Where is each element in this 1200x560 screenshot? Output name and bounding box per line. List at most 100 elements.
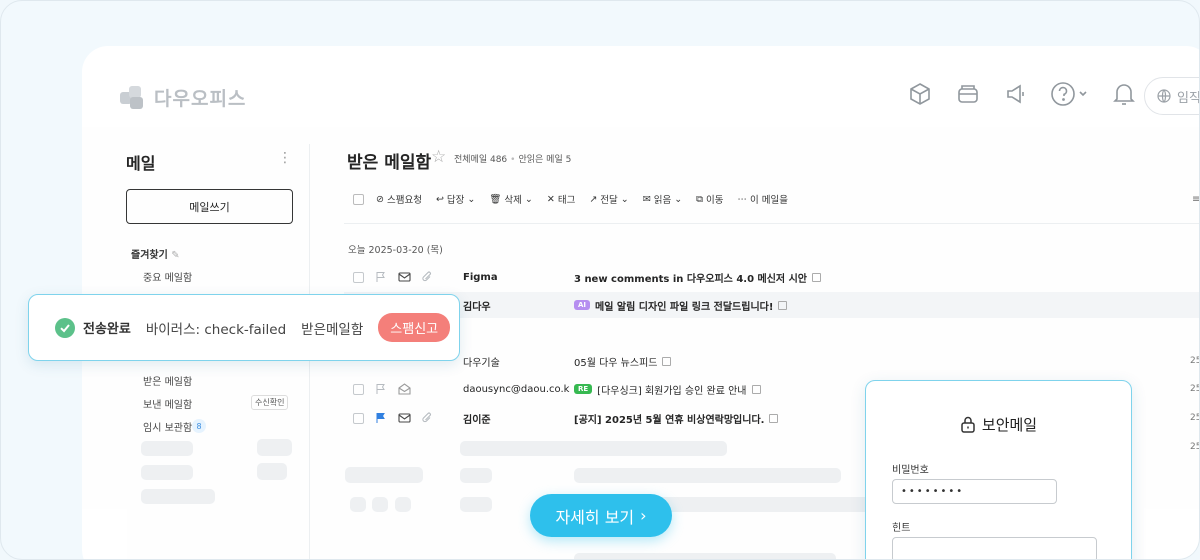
brand-name: 다우오피스 <box>154 88 247 110</box>
printer-icon[interactable] <box>954 80 982 108</box>
sidebar-title: 메일 <box>126 154 156 173</box>
toolbar-label: 이 메일을 <box>749 195 788 206</box>
pencil-icon[interactable]: ✎ <box>171 250 179 261</box>
lock-icon <box>961 416 975 433</box>
envelope-icon[interactable] <box>398 271 411 283</box>
sidebar-item-sent[interactable]: 보낸 메일함 <box>143 396 192 411</box>
language-selector[interactable]: 임직원 <box>1144 77 1199 115</box>
toast-virus-status: 바이러스: check-failed <box>145 321 287 338</box>
open-envelope-icon[interactable] <box>398 383 411 395</box>
row-sender: daousync@daou.co.k <box>463 383 570 395</box>
subject-text: 05월 다우 뉴스피드 <box>574 357 658 369</box>
skeleton-bar <box>345 467 423 483</box>
skeleton-bar <box>395 497 411 512</box>
mark-read-button[interactable]: ✉ 읽음 ⌄ <box>643 192 682 207</box>
subject-text: 3 new comments in 다우오피스 4.0 메신저 시안 <box>574 273 808 285</box>
row-subject[interactable]: AI 메일 알림 디자인 파일 링크 전달드립니다! <box>574 298 788 313</box>
secure-mail-header: 보안메일 <box>866 414 1131 435</box>
trash-icon: 🗑 <box>489 193 502 205</box>
flag-filled-icon[interactable] <box>375 412 387 424</box>
box-icon[interactable] <box>906 80 934 108</box>
row-sender: Figma <box>463 271 498 283</box>
copy-icon[interactable] <box>778 300 788 310</box>
row-subject[interactable]: 3 new comments in 다우오피스 4.0 메신저 시안 <box>574 270 822 285</box>
toast-status: 전송완료 <box>83 322 131 337</box>
skeleton-bar <box>141 441 193 456</box>
row-checkbox[interactable] <box>353 412 364 424</box>
table-row[interactable]: 김다우 AI 메일 알림 디자인 파일 링크 전달드립니다! <box>344 292 1199 318</box>
copy-icon[interactable] <box>812 272 822 282</box>
favorites-header[interactable]: 즐겨찾기 ✎ <box>131 246 180 261</box>
help-icon[interactable] <box>1050 80 1090 108</box>
logo-icon <box>120 85 146 110</box>
envelope-icon[interactable] <box>398 412 411 424</box>
hint-field[interactable] <box>892 537 1097 559</box>
date-group-label: 오늘 2025-03-20 (목) <box>348 245 443 256</box>
secure-mail-panel: 보안메일 비밀번호 •••••••• 힌트 <box>865 380 1132 559</box>
star-icon[interactable]: ☆ <box>431 147 446 167</box>
skeleton-bar <box>141 489 215 504</box>
row-date: 25 <box>1190 413 1199 423</box>
move-button[interactable]: ⧉ 이동 <box>696 192 723 207</box>
sidebar-item-important[interactable]: 중요 메일함 <box>143 269 192 284</box>
subject-text: [다우싱크] 회원가입 승인 완료 안내 <box>597 385 747 397</box>
skeleton-bar <box>141 465 193 480</box>
drafts-count-badge: 8 <box>192 419 206 433</box>
row-checkbox[interactable] <box>353 271 364 283</box>
total-count: 전체메일 486 <box>454 155 508 165</box>
password-field[interactable]: •••••••• <box>892 479 1057 504</box>
reply-button[interactable]: ↩ 답장 ⌄ <box>436 192 475 207</box>
megaphone-icon[interactable] <box>1002 80 1030 108</box>
sidebar-item-drafts[interactable]: 임시 보관함 <box>143 419 192 434</box>
more-actions-button[interactable]: ⋯ 이 메일을 <box>737 192 788 207</box>
select-all-checkbox[interactable] <box>353 193 364 205</box>
skeleton-bar <box>460 497 492 512</box>
forward-button[interactable]: ↗ 전달 ⌄ <box>589 192 629 207</box>
skeleton-bar <box>574 468 841 483</box>
table-row[interactable]: 다우기술 05월 다우 뉴스피드 25 <box>344 348 1199 374</box>
row-checkbox[interactable] <box>353 383 364 395</box>
report-spam-button[interactable]: 스팸신고 <box>378 313 451 342</box>
flag-icon[interactable] <box>375 271 387 283</box>
globe-icon <box>1157 89 1171 103</box>
row-subject[interactable]: [공지] 2025년 5월 연휴 비상연락망입니다. <box>574 411 779 426</box>
unread-count: 안읽은 메일 5 <box>518 155 572 165</box>
row-date: 25 <box>1190 442 1199 452</box>
view-options-icon[interactable]: ≡ <box>1192 194 1199 205</box>
toolbar-label: 삭제 <box>504 195 522 206</box>
view-details-button[interactable]: 자세히 보기 › <box>530 494 672 537</box>
compose-button[interactable]: 메일쓰기 <box>126 189 293 224</box>
row-subject[interactable]: 05월 다우 뉴스피드 <box>574 354 672 369</box>
password-label: 비밀번호 <box>892 465 929 476</box>
brand-logo[interactable]: 다우오피스 <box>120 84 246 111</box>
delete-button[interactable]: 🗑 삭제 ⌄ <box>489 192 533 207</box>
send-complete-toast: 전송완료 바이러스: check-failed 받은메일함 스팸신고 <box>28 294 460 361</box>
skeleton-bar <box>372 497 388 512</box>
toolbar-label: 태그 <box>557 195 576 206</box>
more-vertical-icon[interactable]: ⋮ <box>278 150 292 166</box>
toolbar-label: 읽음 <box>653 195 672 206</box>
row-subject[interactable]: RE [다우싱크] 회원가입 승인 완료 안내 <box>574 382 761 397</box>
ellipsis-icon: ⋯ <box>737 193 747 205</box>
chevron-down-icon: ⌄ <box>524 193 533 205</box>
flag-icon[interactable] <box>375 383 387 395</box>
sidebar-item-inbox[interactable]: 받은 메일함 <box>143 373 192 388</box>
ai-tag: AI <box>574 300 591 310</box>
header-icons <box>906 80 1138 108</box>
row-date: 25 <box>1190 356 1199 366</box>
chevron-down-icon: ⌄ <box>620 193 629 205</box>
copy-icon[interactable] <box>751 384 761 394</box>
spam-request-button[interactable]: ⊘ 스팸요청 <box>376 192 422 207</box>
copy-icon[interactable] <box>662 356 672 366</box>
forward-icon: ↗ <box>589 193 598 205</box>
row-sender: 다우기술 <box>463 357 500 369</box>
copy-icon[interactable] <box>769 413 779 423</box>
table-row[interactable]: Figma 3 new comments in 다우오피스 4.0 메신저 시안 <box>344 264 1199 290</box>
read-receipt-badge[interactable]: 수신확인 <box>251 395 289 410</box>
bell-icon[interactable] <box>1110 80 1138 108</box>
toolbar-divider <box>344 223 1199 224</box>
attachment-icon <box>422 271 431 282</box>
block-icon: ⊘ <box>376 193 384 205</box>
row-sender: 김이준 <box>463 414 491 426</box>
tag-button[interactable]: ✕ 태그 <box>547 192 576 207</box>
